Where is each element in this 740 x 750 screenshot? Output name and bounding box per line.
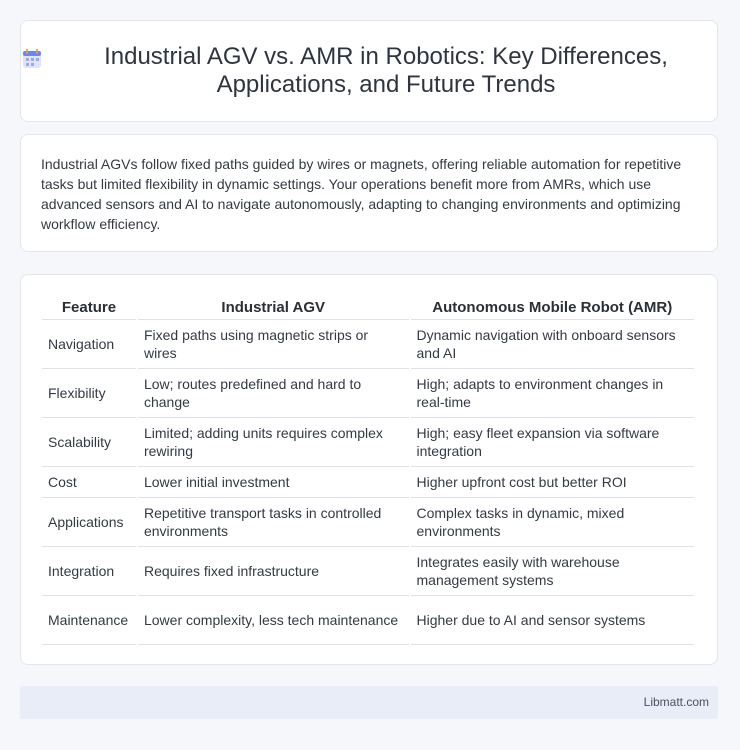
table-row: Flexibility Low; routes predefined and h…	[42, 369, 694, 418]
agv-cell: Limited; adding units requires complex r…	[137, 418, 409, 467]
agv-cell: Requires fixed infrastructure	[137, 547, 409, 596]
agv-cell: Fixed paths using magnetic strips or wir…	[137, 320, 409, 369]
feature-cell: Scalability	[42, 418, 136, 467]
title-card: Industrial AGV vs. AMR in Robotics: Key …	[20, 20, 718, 122]
amr-cell: Higher due to AI and sensor systems	[410, 596, 694, 645]
table-row: Integration Requires fixed infrastructur…	[42, 547, 694, 596]
intro-paragraph: Industrial AGVs follow fixed paths guide…	[41, 156, 682, 232]
column-header-agv: Industrial AGV	[137, 295, 409, 320]
amr-cell: High; adapts to environment changes in r…	[410, 369, 694, 418]
feature-cell: Cost	[42, 467, 136, 498]
intro-card: Industrial AGVs follow fixed paths guide…	[20, 134, 718, 252]
table-row: Applications Repetitive transport tasks …	[42, 498, 694, 547]
table-row: Cost Lower initial investment Higher upf…	[42, 467, 694, 498]
amr-cell: Integrates easily with warehouse managem…	[410, 547, 694, 596]
feature-cell: Maintenance	[42, 596, 136, 645]
footer-site-link[interactable]: Libmatt.com	[644, 695, 709, 709]
amr-cell: Complex tasks in dynamic, mixed environm…	[410, 498, 694, 547]
feature-cell: Integration	[42, 547, 136, 596]
feature-cell: Applications	[42, 498, 136, 547]
feature-cell: Navigation	[42, 320, 136, 369]
comparison-table: Feature Industrial AGV Autonomous Mobile…	[40, 295, 696, 645]
table-header-row: Feature Industrial AGV Autonomous Mobile…	[42, 295, 694, 320]
column-header-feature: Feature	[42, 295, 136, 320]
agv-cell: Repetitive transport tasks in controlled…	[137, 498, 409, 547]
calendar-icon	[23, 49, 41, 68]
comparison-card: Feature Industrial AGV Autonomous Mobile…	[20, 274, 718, 665]
agv-cell: Lower complexity, less tech maintenance	[137, 596, 409, 645]
agv-cell: Low; routes predefined and hard to chang…	[137, 369, 409, 418]
footer: Libmatt.com	[20, 686, 718, 719]
column-header-amr: Autonomous Mobile Robot (AMR)	[410, 295, 694, 320]
amr-cell: Dynamic navigation with onboard sensors …	[410, 320, 694, 369]
feature-cell: Flexibility	[42, 369, 136, 418]
table-row: Navigation Fixed paths using magnetic st…	[42, 320, 694, 369]
amr-cell: Higher upfront cost but better ROI	[410, 467, 694, 498]
table-row: Maintenance Lower complexity, less tech …	[42, 596, 694, 645]
table-row: Scalability Limited; adding units requir…	[42, 418, 694, 467]
title-wrap: Industrial AGV vs. AMR in Robotics: Key …	[21, 43, 717, 99]
agv-cell: Lower initial investment	[137, 467, 409, 498]
amr-cell: High; easy fleet expansion via software …	[410, 418, 694, 467]
page-title: Industrial AGV vs. AMR in Robotics: Key …	[104, 43, 668, 98]
